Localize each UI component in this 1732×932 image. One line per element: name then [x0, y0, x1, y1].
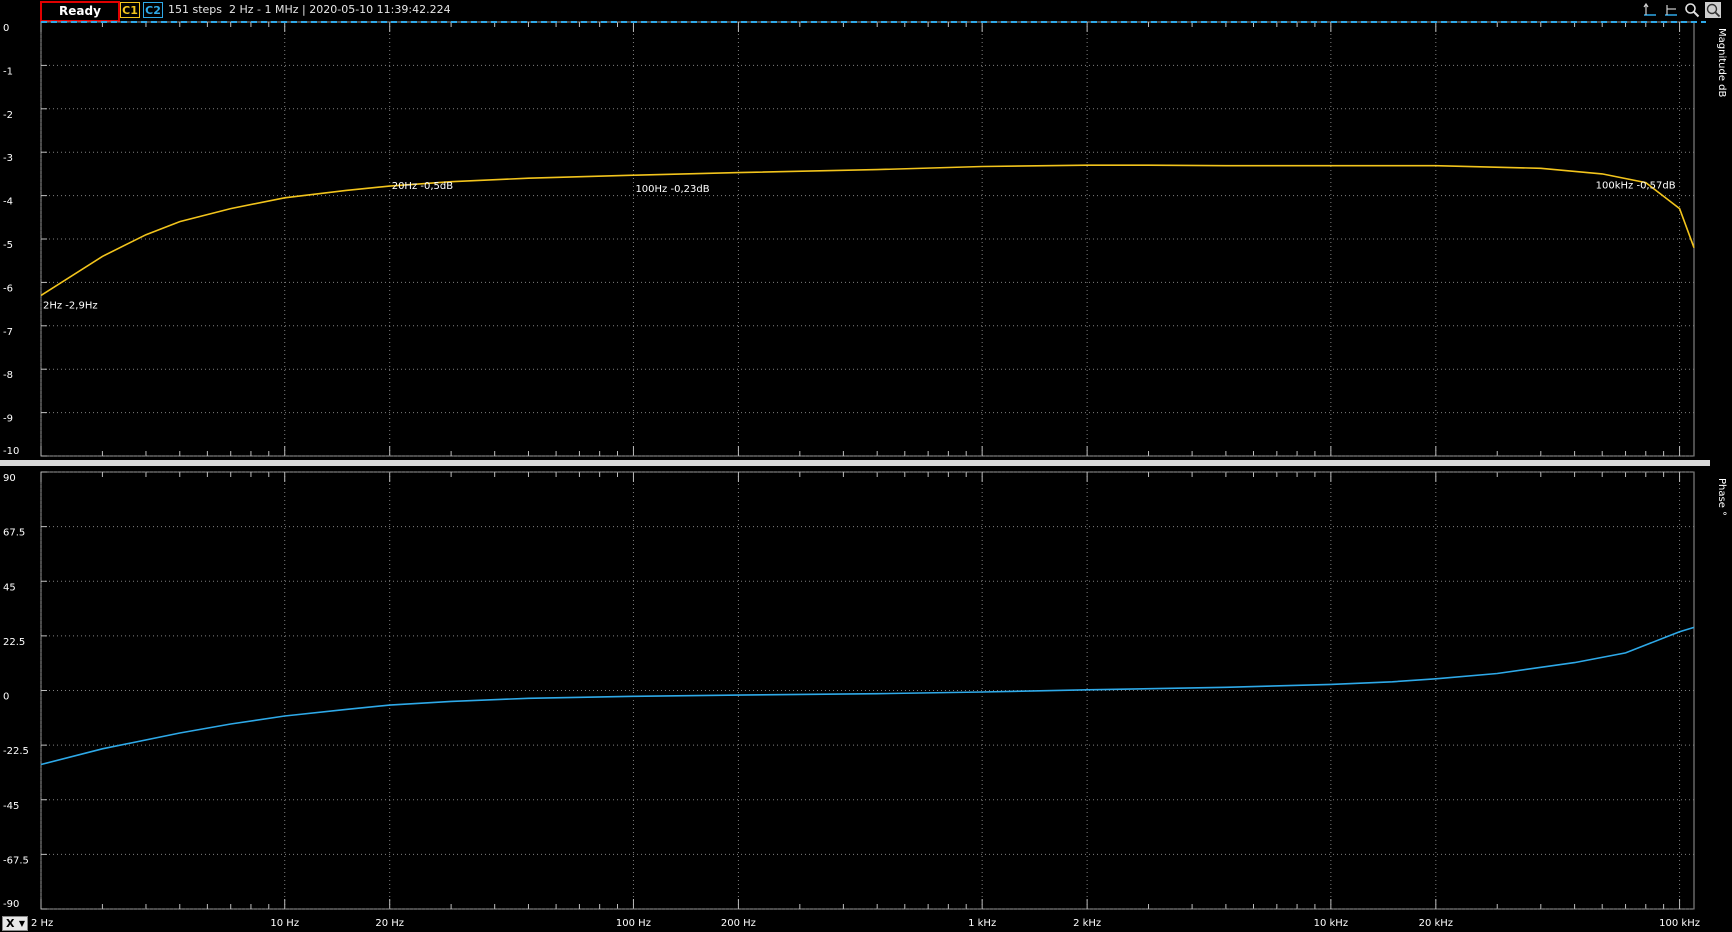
chevron-down-icon: ▼ — [18, 919, 25, 928]
y-tick-label: -2 — [3, 110, 13, 121]
x-tick-label: 10 kHz — [1314, 918, 1348, 929]
y-tick-label: -7 — [3, 327, 13, 338]
y-axis-title: Phase ° — [1716, 478, 1727, 516]
bode-plot[interactable]: 0 -1 -2 -3 -4 -5 -6 -7 -8 -9 -10 Magnitude dB 90 67.… — [0, 0, 1732, 932]
undefined-series-line — [40, 164, 1695, 297]
y-tick-label: -8 — [3, 370, 13, 381]
plot-frame — [40, 471, 1695, 910]
x-tick-label: 20 Hz — [375, 918, 404, 929]
y-tick-label: 90 — [3, 473, 16, 484]
x-tick-label: 100 Hz — [616, 918, 651, 929]
x-tick-label: 100 kHz — [1659, 918, 1700, 929]
curve-annotation: 2Hz -2,9Hz — [43, 300, 98, 311]
y-tick-label: -6 — [3, 283, 13, 294]
curve-annotation: 100kHz -0,57dB — [1596, 181, 1676, 192]
x-tick-label: 1 kHz — [968, 918, 996, 929]
x-tick-label: 20 kHz — [1419, 918, 1453, 929]
y-tick-label: 67.5 — [3, 528, 25, 539]
y-tick-label: -9 — [3, 414, 13, 425]
x-tick-label: 200 Hz — [721, 918, 756, 929]
y-tick-label: 0 — [3, 23, 9, 34]
y-tick-label: -1 — [3, 66, 13, 77]
curve-annotation: 100Hz -0,23dB — [635, 184, 709, 195]
phase-chart — [40, 626, 1695, 766]
y-tick-label: 22.5 — [3, 637, 25, 648]
y-tick-label: -22.5 — [3, 746, 29, 757]
x-axis-selector-label: X — [6, 917, 15, 930]
y-tick-label: -4 — [3, 197, 13, 208]
plot-frame — [40, 21, 1695, 457]
undefined-series-line — [40, 626, 1695, 766]
y-tick-label: -5 — [3, 240, 13, 251]
panel-splitter — [0, 460, 1710, 466]
x-tick-label: 2 Hz — [31, 918, 53, 929]
y-tick-label: -67.5 — [3, 855, 29, 866]
x-axis-selector[interactable]: X ▼ — [2, 916, 28, 931]
y-tick-label: 0 — [3, 692, 9, 703]
y-axis-title: Magnitude dB — [1716, 28, 1727, 98]
y-tick-label: -3 — [3, 153, 13, 164]
phase-grid: 90 67.5 45 22.5 0 -22.5 -45 -67.5 -90 Phase ° — [3, 471, 1727, 910]
y-tick-label: -45 — [3, 801, 19, 812]
curve-annotation: 20Hz -0,5dB — [392, 181, 454, 192]
x-tick-label: 10 Hz — [270, 918, 299, 929]
magnitude-grid: 0 -1 -2 -3 -4 -5 -6 -7 -8 -9 -10 Magnitude dB — [3, 21, 1727, 457]
y-tick-label: 45 — [3, 582, 16, 593]
y-tick-label: -10 — [3, 446, 19, 457]
y-tick-label: -90 — [3, 899, 19, 910]
x-tick-label: 2 kHz — [1073, 918, 1101, 929]
